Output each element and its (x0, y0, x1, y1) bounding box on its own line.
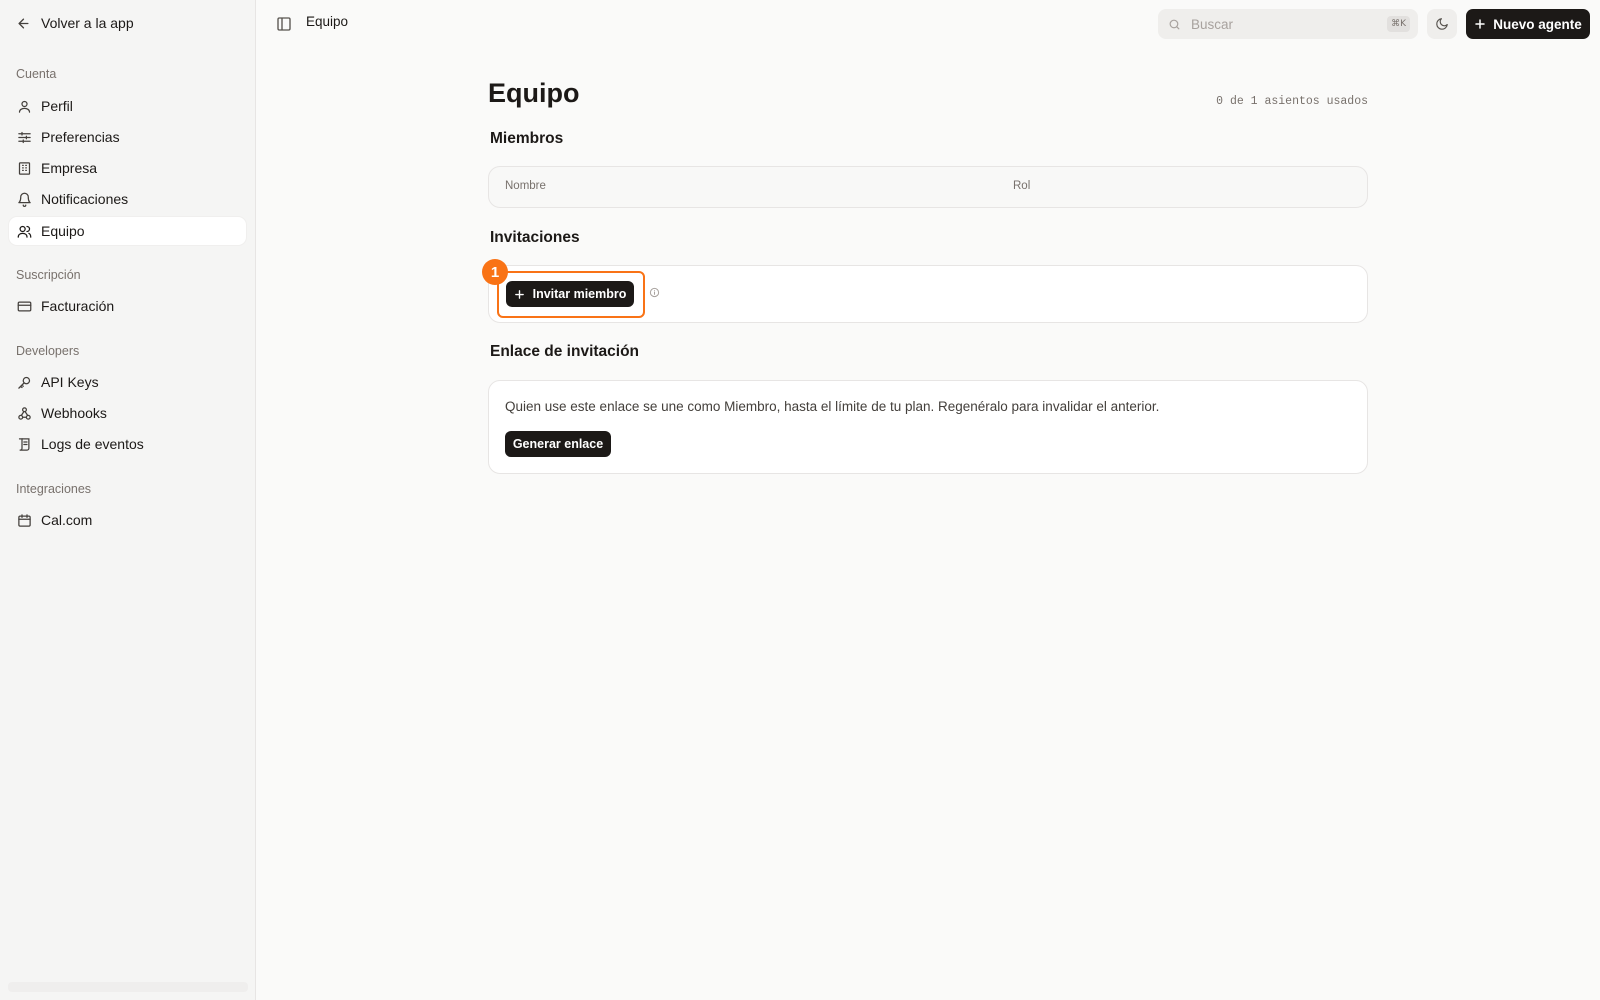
search-placeholder: Buscar (1191, 16, 1234, 32)
plus-icon (1475, 19, 1485, 29)
invite-link-card: Quien use este enlace se une como Miembr… (488, 380, 1368, 474)
invite-member-button[interactable]: Invitar miembro (506, 281, 634, 307)
sidebar-item-label: Notificaciones (41, 191, 129, 207)
key-icon (18, 376, 31, 389)
search-icon (1169, 19, 1180, 29)
sidebar-item-label: Webhooks (41, 405, 107, 421)
breadcrumb: Equipo (306, 14, 349, 29)
search-shortcut-badge: ⌘K (1387, 16, 1410, 32)
sidebar-item-perfil[interactable]: Perfil (9, 92, 246, 120)
credit-card-icon (17, 301, 32, 311)
plus-icon (514, 289, 524, 299)
new-agent-button[interactable]: Nuevo agente (1466, 9, 1590, 39)
building-icon (18, 161, 31, 175)
info-icon[interactable] (649, 287, 660, 298)
back-to-app-label: Volver a la app (41, 15, 134, 31)
column-header-nombre: Nombre (505, 180, 546, 192)
sidebar-item-label: API Keys (41, 374, 99, 390)
user-icon (18, 100, 31, 113)
sidebar-item-label: Perfil (41, 98, 73, 114)
invite-member-label: Invitar miembro (532, 287, 627, 301)
page-title: Equipo (488, 78, 580, 108)
sidebar-item-label: Equipo (41, 223, 85, 239)
bell-icon (18, 192, 31, 207)
sidebar-item-label: Preferencias (41, 129, 120, 145)
sidebar-item-webhooks[interactable]: Webhooks (9, 399, 246, 427)
scroll-icon (18, 437, 30, 451)
members-section-title: Miembros (490, 130, 564, 147)
calendar-icon (18, 513, 31, 527)
search-input[interactable]: Buscar ⌘K (1158, 9, 1418, 39)
column-header-rol: Rol (1013, 180, 1031, 192)
webhook-icon (18, 406, 31, 420)
sidebar-item-equipo[interactable]: Equipo (9, 217, 246, 245)
moon-icon (1436, 18, 1448, 30)
sidebar-item-label: Cal.com (41, 512, 93, 528)
section-label-developers: Developers (16, 344, 80, 358)
invite-link-description: Quien use este enlace se une como Miembr… (505, 399, 1160, 414)
users-icon (17, 225, 32, 238)
sidebar-scrollbar[interactable] (8, 982, 248, 992)
sidebar-item-label: Empresa (41, 160, 98, 176)
arrow-left-icon (18, 18, 29, 28)
section-label-suscripcion: Suscripción (16, 268, 81, 282)
invitations-section-title: Invitaciones (490, 229, 580, 246)
sidebar-item-preferencias[interactable]: Preferencias (9, 123, 246, 151)
back-to-app-link[interactable]: Volver a la app (16, 12, 134, 34)
sidebar-item-empresa[interactable]: Empresa (9, 154, 246, 182)
sidebar-item-facturacion[interactable]: Facturación (9, 292, 246, 320)
section-label-integraciones: Integraciones (16, 482, 92, 496)
sidebar: Volver a la app Cuenta Perfil Preferenci… (0, 0, 256, 1000)
new-agent-label: Nuevo agente (1493, 16, 1582, 32)
section-label-cuenta: Cuenta (16, 67, 57, 81)
sidebar-panel-icon (277, 17, 291, 31)
annotation-badge: 1 (482, 259, 508, 285)
seats-usage: 0 de 1 asientos usados (1216, 95, 1368, 108)
sidebar-item-notificaciones[interactable]: Notificaciones (9, 185, 246, 213)
theme-toggle-button[interactable] (1427, 9, 1457, 39)
invite-link-section-title: Enlace de invitación (490, 343, 640, 360)
members-table: Nombre Rol (488, 166, 1368, 208)
sidebar-item-api-keys[interactable]: API Keys (9, 368, 246, 396)
sidebar-item-logs-de-eventos[interactable]: Logs de eventos (9, 430, 246, 458)
sidebar-item-label: Logs de eventos (41, 436, 144, 452)
toggle-sidebar-button[interactable] (275, 15, 293, 33)
sidebar-item-cal-com[interactable]: Cal.com (9, 506, 246, 534)
sidebar-item-label: Facturación (41, 298, 115, 314)
sliders-icon (18, 131, 31, 143)
generate-link-button[interactable]: Generar enlace (505, 431, 611, 457)
